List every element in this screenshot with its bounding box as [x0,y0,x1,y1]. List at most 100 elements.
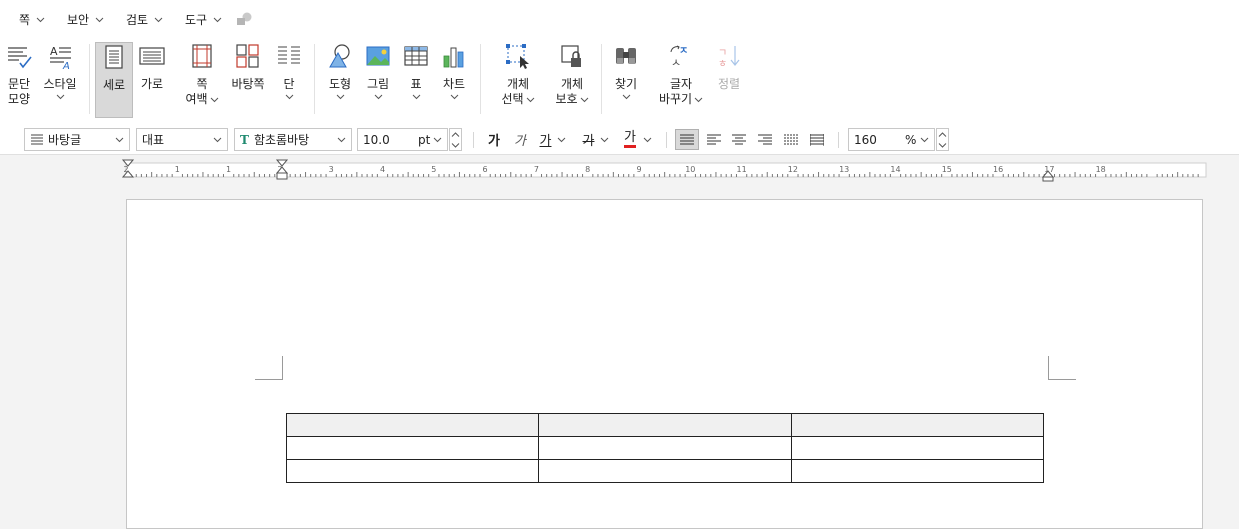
toolbar-separator [473,132,474,148]
svg-text:ㅎ: ㅎ [718,59,727,70]
chevron-down-icon [374,92,383,101]
page-margin-label-1: 쪽 [196,77,208,91]
picture-label: 그림 [366,77,390,91]
chevron-up-icon[interactable] [937,129,948,140]
align-left-icon [707,134,721,144]
menu-page[interactable]: 쪽 [19,11,45,28]
table-cell[interactable] [538,413,792,437]
bold-button[interactable]: 가 [484,129,504,150]
divide-button[interactable] [805,129,829,150]
align-right-button[interactable] [753,129,777,150]
portrait-button[interactable]: 세로 [95,42,133,118]
table-label: 표 [410,77,422,91]
font-select[interactable]: T 함초롬바탕 [234,128,352,151]
landscape-button[interactable]: 가로 [136,42,168,118]
ruler-label: 1 [175,165,180,174]
columns-button[interactable]: 단 [274,42,304,118]
lock-icon [561,45,581,67]
align-center-button[interactable] [727,129,751,150]
align-center-icon [732,134,746,144]
format-toolbar: 바탕글 대표 T 함초롬바탕 10.0 pt 가 가 가 가 가 160 % [0,124,1239,155]
shape-button[interactable]: 도형 [324,42,356,118]
master-page-icon [236,44,259,68]
ribbon: 문단 모양 AA 스타일 세로 가로 쪽 여백 바탕쪽 단 도형 그림 표 차트… [0,38,1239,124]
ruler-label: 3 [329,165,334,174]
right-indent-marker[interactable] [1042,159,1054,185]
object-select-button[interactable]: 개체 선택 [497,42,539,118]
paragraph-shape-label-2: 모양 [7,92,31,106]
font-size-spinner[interactable] [449,128,462,151]
zoom-select[interactable]: 160 % [848,128,935,151]
style-icon: AA [50,45,71,70]
find-label: 찾기 [614,77,638,91]
paragraph-shape-button[interactable]: 문단 모양 [2,42,36,118]
underline-button[interactable]: 가 [536,129,570,150]
menu-bar: 쪽 보안 검토 도구 [0,0,1239,38]
object-protect-button[interactable]: 개체 보호 [551,42,593,118]
strikethrough-button[interactable]: 가 [579,129,613,150]
language-select[interactable]: 대표 [136,128,228,151]
table-cell[interactable] [538,436,792,460]
ruler-label: 8 [585,165,590,174]
table-cell[interactable] [285,459,540,483]
table-cell[interactable] [285,413,540,437]
table-cell[interactable] [790,436,1045,460]
document-table[interactable] [285,413,1045,483]
menu-tools[interactable]: 도구 [185,11,222,28]
sort-button[interactable]: ㄱㅎ 정렬 [713,42,745,118]
shape-label: 도형 [328,77,352,91]
align-distribute-icon [784,134,798,144]
chevron-down-icon[interactable] [450,140,461,151]
font-color-glyph: 가 [624,131,636,148]
horizontal-ruler[interactable]: 21123456789101112131415161718 [0,155,1239,183]
chevron-down-icon [213,135,222,144]
svg-text:ㅅ: ㅅ [671,56,681,69]
columns-label: 단 [283,77,295,91]
chevron-down-icon [115,135,124,144]
table-cell[interactable] [538,459,792,483]
paragraph-style-select[interactable]: 바탕글 [24,128,130,151]
page-margin-button[interactable]: 쪽 여백 [181,42,223,118]
style-button[interactable]: AA 스타일 [40,42,80,118]
binoculars-icon [616,48,636,64]
chevron-up-icon[interactable] [450,129,461,140]
table-button[interactable]: 표 [401,42,431,118]
object-protect-label-row: 보호 [555,92,588,107]
distribute-button[interactable] [779,129,803,150]
chevron-down-icon[interactable] [937,140,948,151]
chevron-down-icon [450,92,459,101]
first-line-indent-marker[interactable] [276,159,288,185]
font-size-select[interactable]: 10.0 pt [357,128,448,151]
justify-button[interactable] [675,129,699,150]
left-indent-marker[interactable] [122,159,134,185]
chevron-down-icon [412,92,421,101]
object-select-label-1: 개체 [506,77,530,91]
find-button[interactable]: 찾기 [610,42,642,118]
master-page-button[interactable]: 바탕쪽 [229,42,267,118]
table-cell[interactable] [285,436,540,460]
chevron-down-icon [210,95,219,104]
picture-button[interactable]: 그림 [362,42,394,118]
replace-button[interactable]: ㅈㅅ 글자 바꾸기 [656,42,706,118]
menu-review[interactable]: 검토 [126,11,163,28]
ribbon-separator [601,44,602,114]
chart-button[interactable]: 차트 [438,42,470,118]
master-page-label: 바탕쪽 [231,77,265,91]
align-left-button[interactable] [702,129,726,150]
document-page[interactable] [126,199,1203,529]
replace-label-row: 바꾸기 [659,92,703,107]
chevron-down-icon [643,135,652,144]
ribbon-separator [314,44,315,114]
menu-security[interactable]: 보안 [67,11,104,28]
table-cell[interactable] [790,459,1045,483]
shapes-quick-icon[interactable] [236,12,253,29]
italic-glyph: 가 [514,134,526,149]
chevron-down-icon [433,135,442,144]
font-value: 함초롬바탕 [253,133,310,147]
font-color-button[interactable]: 가 [620,129,656,150]
italic-button[interactable]: 가 [510,129,530,150]
chevron-down-icon [580,95,589,104]
zoom-spinner[interactable] [936,128,949,151]
chevron-down-icon [154,15,163,24]
table-cell[interactable] [790,413,1045,437]
